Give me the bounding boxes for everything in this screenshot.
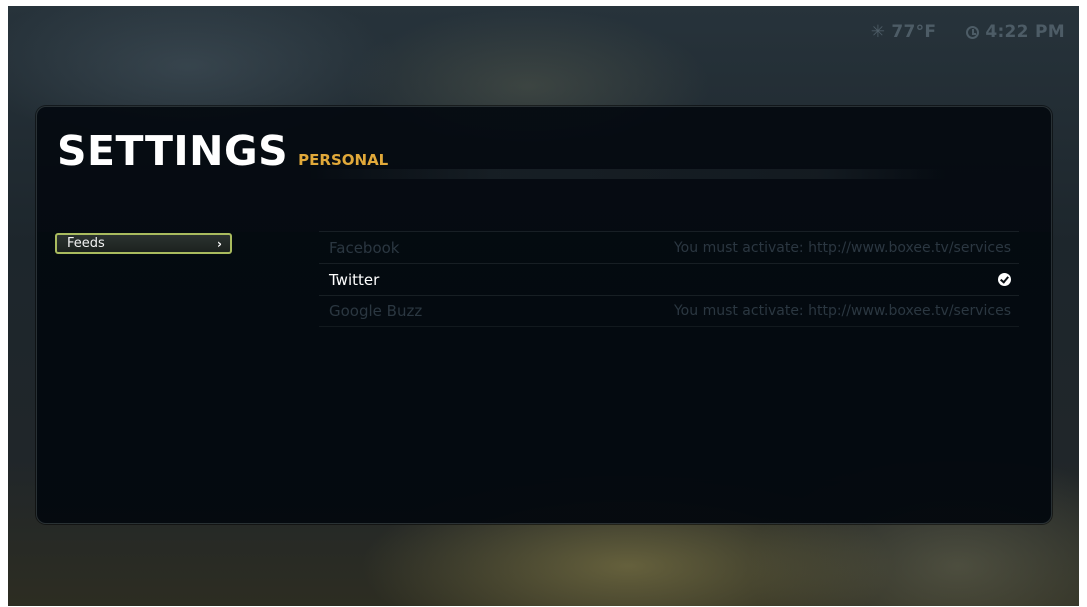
- temperature: 77°F: [891, 22, 937, 42]
- service-status: You must activate: http://www.boxee.tv/s…: [673, 303, 1011, 319]
- clock-icon: [966, 25, 980, 39]
- service-name: Twitter: [329, 270, 380, 289]
- header-divider: [307, 169, 947, 179]
- service-row-google-buzz[interactable]: Google Buzz You must activate: http://ww…: [319, 295, 1019, 327]
- services-list: Facebook You must activate: http://www.b…: [319, 231, 1019, 327]
- service-row-twitter[interactable]: Twitter: [319, 263, 1019, 295]
- clock-time: 4:22 PM: [985, 22, 1065, 42]
- settings-panel: SETTINGS PERSONAL Feeds › Facebook You m…: [36, 106, 1052, 524]
- menu-item-feeds[interactable]: Feeds ›: [55, 233, 232, 254]
- service-row-facebook[interactable]: Facebook You must activate: http://www.b…: [319, 231, 1019, 263]
- service-name: Facebook: [329, 238, 400, 257]
- service-status: You must activate: http://www.boxee.tv/s…: [673, 239, 1011, 256]
- page-title: SETTINGS: [57, 127, 289, 175]
- chevron-right-icon: ›: [217, 236, 222, 251]
- settings-header: SETTINGS PERSONAL: [57, 127, 388, 175]
- sun-icon: ✳: [870, 21, 886, 42]
- check-circle-icon: [998, 273, 1011, 286]
- boxee-screen: ✳ 77°F 4:22 PM SETTINGS PERSONAL Feeds ›…: [8, 6, 1079, 606]
- menu-item-label: Feeds: [67, 236, 105, 251]
- page-subtitle: PERSONAL: [298, 151, 389, 169]
- service-name: Google Buzz: [329, 302, 423, 320]
- status-bar: ✳ 77°F 4:22 PM: [871, 22, 1065, 42]
